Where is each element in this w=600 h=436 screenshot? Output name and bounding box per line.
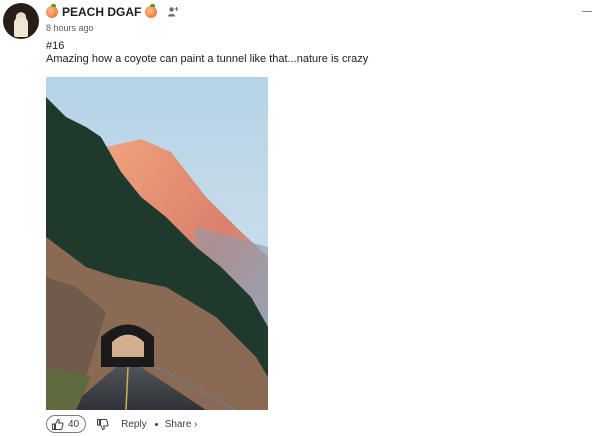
post-number: #16 bbox=[46, 40, 65, 52]
comment-actions: 40 Reply Share › bbox=[46, 415, 198, 433]
peach-emoji-icon bbox=[46, 4, 58, 18]
like-button[interactable]: 40 bbox=[46, 415, 87, 433]
author-row: PEACH DGAF bbox=[46, 4, 179, 20]
thumbs-up-icon bbox=[51, 418, 64, 431]
comment-text: Amazing how a coyote can paint a tunnel … bbox=[46, 53, 369, 65]
separator-dot bbox=[154, 422, 158, 426]
person-add-icon[interactable] bbox=[167, 6, 179, 18]
collapse-icon[interactable] bbox=[582, 6, 592, 16]
share-button[interactable]: Share › bbox=[165, 419, 198, 430]
avatar[interactable] bbox=[3, 3, 39, 39]
thumbs-down-icon[interactable] bbox=[96, 418, 109, 431]
reply-button[interactable]: Reply bbox=[121, 419, 147, 430]
comment-image[interactable] bbox=[46, 77, 268, 410]
like-count: 40 bbox=[68, 418, 80, 430]
timestamp: 8 hours ago bbox=[46, 23, 94, 33]
author-name[interactable]: PEACH DGAF bbox=[62, 5, 141, 19]
comment-card: PEACH DGAF 8 hours ago #16 Amazing how a… bbox=[0, 0, 600, 436]
peach-emoji-icon bbox=[145, 4, 158, 18]
